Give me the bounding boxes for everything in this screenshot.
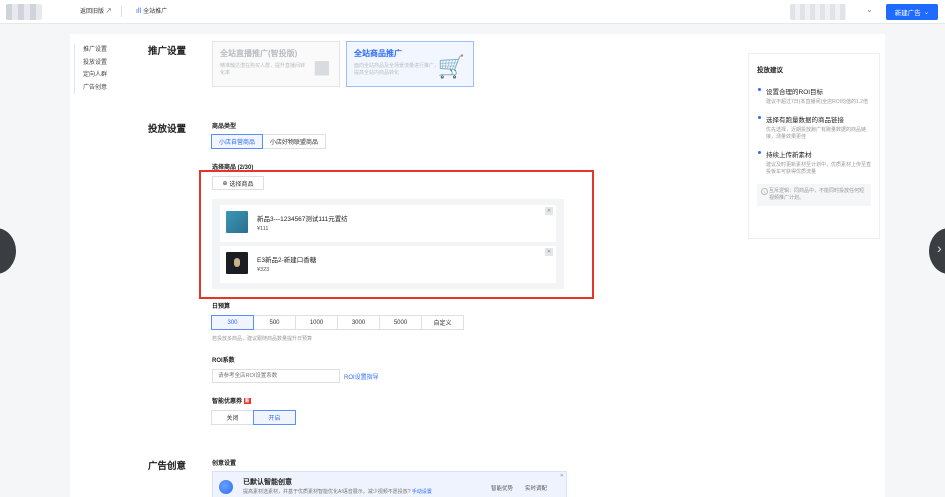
promo-type-desc: 精准触达潜在购买人群，提升直播间转化率 [220,63,306,76]
promo-type-live[interactable]: 全站直播推广(智投版) 精准触达潜在购买人群，提升直播间转化率 ◼ [212,41,340,87]
suggest-item-title: 选择有跑量数据的商品链接 [766,117,844,124]
suggest-item-title: 持续上传新素材 [766,152,812,159]
logo[interactable] [6,4,42,20]
creative-section-title: 广告创意 [148,461,187,472]
close-icon[interactable]: ✕ [560,473,564,479]
budget-option-1000[interactable]: 1000 [295,315,338,330]
top-bar: 返回旧版 ↗ ıll 全站推广 ⌄ 新建广告 ⌄ [0,0,945,24]
roi-input[interactable] [212,369,340,383]
budget-option-500[interactable]: 500 [253,315,296,330]
tab-all-site-promotion[interactable]: ıll 全站推广 [136,6,167,15]
product-price: ¥111 [257,226,269,232]
delivery-suggestions-panel: 投放建议 设置合理的ROI目标 建议不超过7日(本直播间)全店ROI均值的1.2… [748,53,880,239]
budget-hint: 若投放多商品，建议跟随商品数量提升日预算 [212,336,313,342]
chevron-down-icon[interactable]: ⌄ [866,5,873,14]
creative-title: 已默认智能创意 [243,479,292,486]
coupon-off-option[interactable]: 关闭 [211,410,254,425]
sidenav-item-delivery-settings[interactable]: 投放设置 [75,57,114,70]
selected-goods-label: 选择商品 (2/30) [212,165,254,171]
suggest-item-desc: 建议及时更新素材至计划中，优质素材上传至直投板车可获得优质流量 [766,162,872,175]
smart-advantage-button[interactable]: 智能优势 [491,484,513,492]
list-item: 新品3---1234567测试111元置纺 ¥111 ✕ [220,205,556,242]
product-type-label: 商品类型 [212,124,237,130]
selected-goods-list: 新品3---1234567测试111元置纺 ¥111 ✕ E3新品2-新建口香糖… [212,199,564,289]
creative-desc: 提高素材选素材，并基于优质素材智能优化AI语音展示，减少视频不愿投放? 手动设置 [243,488,432,495]
budget-option-5000[interactable]: 5000 [379,315,422,330]
product-thumbnail [226,211,248,233]
cart-icon: 🛒 [437,54,465,79]
creative-setting-label: 创意设置 [212,461,237,467]
new-ad-button[interactable]: 新建广告 ⌄ [886,4,938,20]
product-type-selector: 小店自营商品 小店好物联盟商品 [211,134,327,149]
budget-selector: 300 500 1000 3000 5000 自定义 [211,315,464,330]
back-to-old-version-link[interactable]: 返回旧版 ↗ [80,6,112,15]
coupon-on-option[interactable]: 开启 [253,410,296,425]
budget-option-300[interactable]: 300 [211,315,254,330]
suggest-item-desc: 建议不超过7日(本直播间)全店ROI均值的1.2倍 [766,99,868,105]
sidenav-item-promo-settings[interactable]: 推广设置 [75,44,114,57]
select-goods-button[interactable]: ⊕ 选择商品 [212,176,264,190]
budget-option-3000[interactable]: 3000 [337,315,380,330]
list-item: 设置合理的ROI目标 建议不超过7日(本直播间)全店ROI均值的1.2倍 [757,86,871,106]
manual-setting-link[interactable]: 手动设置 [412,489,432,495]
list-item: 选择有跑量数据的商品链接 优先选择，近期投放跑广有跑量数据的商品链接，测量效果更… [757,114,871,141]
close-icon[interactable]: ✕ [545,207,553,215]
suggest-title: 投放建议 [757,67,783,74]
smart-creative-banner: 已默认智能创意 提高素材选素材，并基于优质素材智能优化AI语音展示，减少视频不愿… [212,471,567,497]
left-scroll-handle[interactable] [0,228,16,274]
smart-creative-icon [219,480,233,494]
roi-label: ROI系数 [212,358,235,364]
new-badge: 新 [244,398,251,404]
camera-icon: ◼ [312,54,331,79]
list-item: E3新品2-新建口香糖 ¥323 ✕ [220,246,556,283]
roi-guide-link[interactable]: ROI设置指导 [344,372,379,381]
smart-coupon-label: 智能优惠券新 [212,396,251,405]
product-name: E3新品2-新建口香糖 [257,257,317,264]
list-item: 持续上传新素材 建议及时更新素材至计划中，优质素材上传至直投板车可获得优质流量 [757,149,871,176]
product-price: ¥323 [257,267,270,273]
realtime-adjust-button[interactable]: 实时调配 [525,484,547,492]
smart-coupon-toggle: 关闭 开启 [211,410,296,425]
tab-label: 全站推广 [143,9,168,15]
plus-icon: ⊕ [222,180,228,187]
promo-type-desc: 面向全站商品及全场景流量进行推广，提高全站内商品转化 [354,63,440,76]
close-icon[interactable]: ✕ [545,248,553,256]
sidenav-item-creative[interactable]: 广告创意 [75,82,114,95]
product-thumbnail [226,252,248,274]
smart-coupon-text: 智能优惠券 [212,399,243,405]
select-goods-label: 选择商品 [229,181,254,188]
chart-icon: ıll [136,8,142,15]
promo-section-title: 推广设置 [148,46,187,57]
suggest-item-title: 设置合理的ROI目标 [766,89,824,96]
product-type-self-store[interactable]: 小店自营商品 [211,134,264,149]
budget-option-custom[interactable]: 自定义 [421,315,464,330]
divider [121,6,122,17]
suggest-note: 互斥逻辑：同商品中，不能同时投放任何短视频推广计划。 [757,184,871,206]
product-type-affiliate[interactable]: 小店好物联盟商品 [262,134,327,149]
budget-label: 日预算 [212,304,231,310]
chevron-down-icon: ⌄ [923,9,930,16]
creative-desc-text: 提高素材选素材，并基于优质素材智能优化AI语音展示，减少视频不愿投放? [243,489,411,495]
delivery-section-title: 投放设置 [148,124,187,135]
suggest-item-desc: 优先选择，近期投放跑广有跑量数据的商品链接，测量效果更佳 [766,127,867,140]
sidenav-item-targeting[interactable]: 定向人群 [75,69,114,82]
user-account[interactable] [790,4,846,20]
side-nav: 推广设置 投放设置 定向人群 广告创意 [74,44,114,94]
product-name: 新品3---1234567测试111元置纺 [257,216,348,223]
promo-type-goods[interactable]: 全站商品推广 面向全站商品及全场景流量进行推广，提高全站内商品转化 🛒 [346,41,474,87]
new-ad-label: 新建广告 [894,10,921,17]
right-scroll-handle[interactable] [929,228,945,274]
